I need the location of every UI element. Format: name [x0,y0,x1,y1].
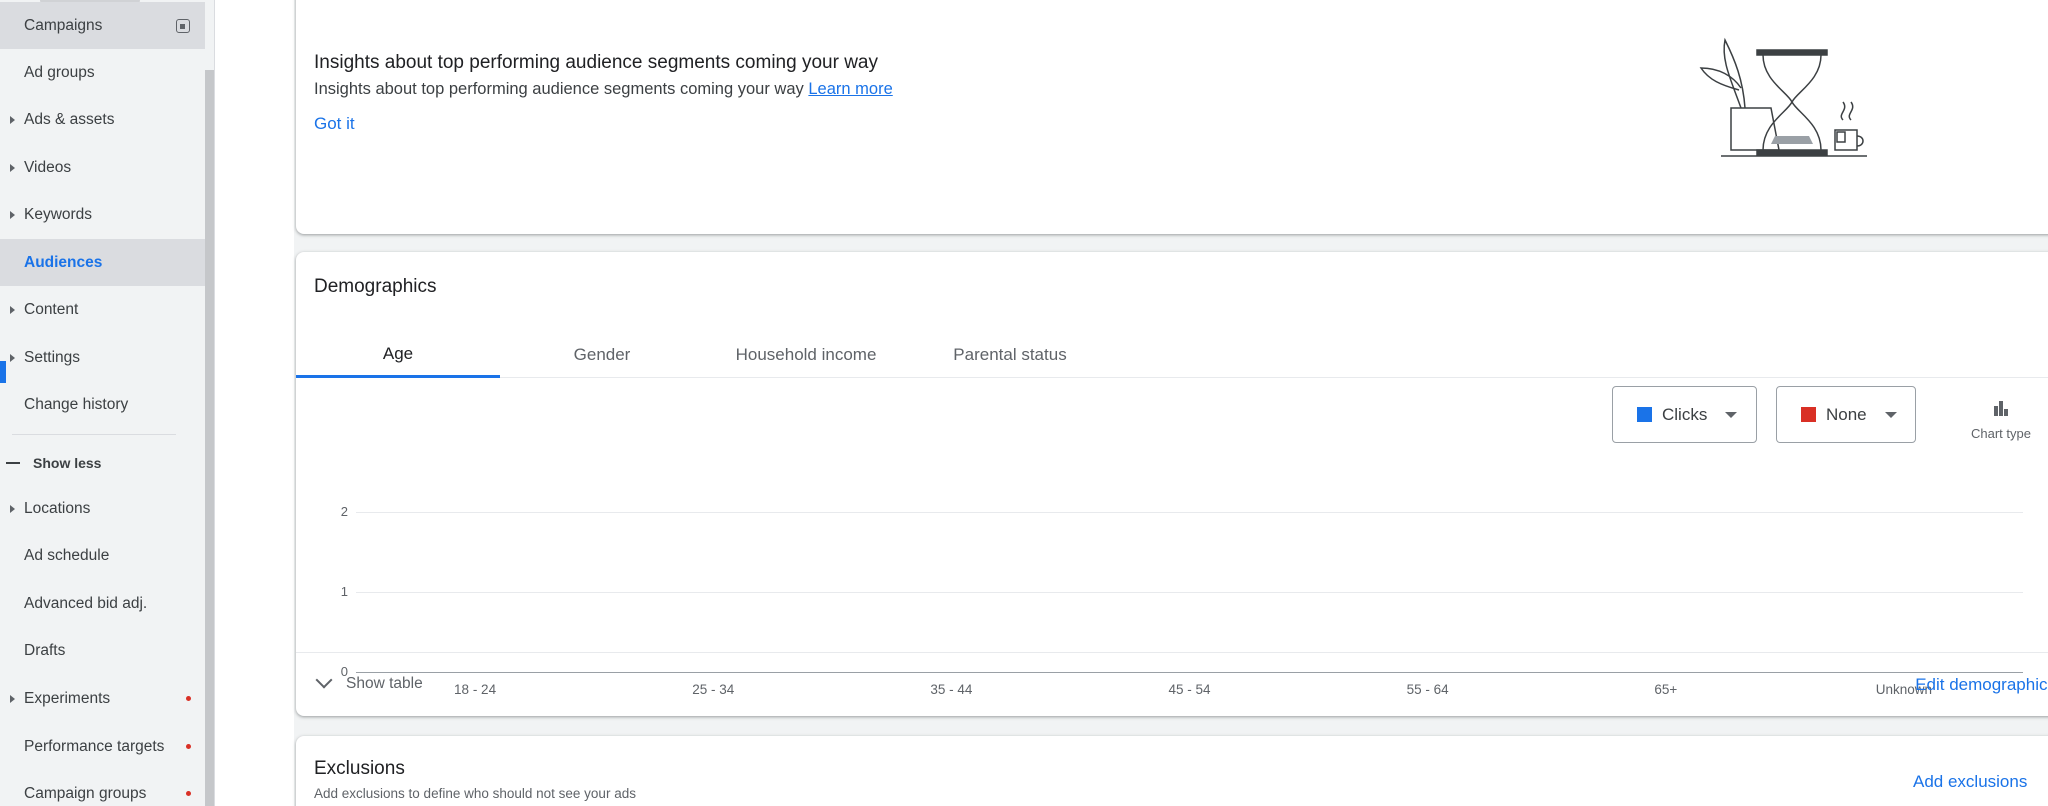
sidebar-item-experiments[interactable]: Experiments [0,675,205,722]
sidebar-item-label: Keywords [24,205,93,223]
active-indicator [0,361,6,383]
sidebar-gutter [214,0,294,806]
sidebar-item-label: Campaigns [24,16,103,34]
sidebar-item-drafts[interactable]: Drafts [0,627,205,674]
notification-dot-icon [186,791,191,796]
show-less-label: Show less [33,455,102,471]
sidebar-item-change-history[interactable]: Change history [0,381,205,428]
sidebar-item-audiences[interactable]: Audiences [0,239,205,286]
sidebar-item-label: Performance targets [24,737,165,755]
metric-selector-clicks[interactable]: Clicks [1612,386,1757,443]
sidebar-item-locations[interactable]: Locations [0,485,205,532]
demographics-card: Demographics Age Gender Household income… [296,252,2048,716]
y-tick-label: 2 [340,504,348,519]
learn-more-link[interactable]: Learn more [808,80,892,98]
caret-right-icon [10,353,15,362]
sidebar-item-label: Ad groups [24,63,95,81]
exclusions-title: Exclusions [314,758,405,779]
sidebar-item-settings[interactable]: Settings [0,334,205,381]
sidebar-item-label: Videos [24,158,72,176]
show-less-button[interactable]: Show less [0,448,205,478]
caret-right-icon [10,115,15,124]
y-tick-label: 1 [340,584,348,599]
edit-demographics-link[interactable]: Edit demographics [1915,675,2048,695]
sidebar-item-label: Audiences [24,253,103,271]
insights-card: Insights about top performing audience s… [296,0,2048,234]
sidebar-item-ad-groups[interactable]: Ad groups [0,49,205,96]
sidebar-item-label: Experiments [24,689,111,707]
sidebar-item-content[interactable]: Content [0,286,205,333]
tab-parental-status[interactable]: Parental status [908,332,1112,378]
sidebar-item-label: Drafts [24,641,66,659]
chart-type-label: Chart type [1971,426,2031,441]
sidebar-divider [12,434,176,435]
metric-label: None [1826,404,1867,424]
age-chart: 2 1 0 18 - 24 25 - 34 35 - 44 45 - 54 55 - 64 65… [296,442,2048,697]
sidebar-item-label: Locations [24,499,91,517]
chart-type-button[interactable]: Chart type [1956,392,2046,442]
sidebar-item-label: Settings [24,348,81,366]
sidebar-nav: Campaigns Ad groups Ads & assets Videos … [0,0,205,806]
caret-right-icon [10,163,15,172]
demographics-footer: Show table Edit demographics [296,652,2048,716]
sidebar-item-label: Content [24,300,79,318]
dropdown-arrow-icon [1725,411,1738,418]
exclusions-card: Exclusions Add exclusions to define who … [296,736,2048,806]
notification-dot-icon [186,696,191,701]
sidebar-item-label: Ads & assets [24,110,115,128]
sidebar-scrollbar[interactable] [205,70,214,806]
lock-icon [176,18,190,33]
sidebar-item-ad-schedule[interactable]: Ad schedule [0,532,205,579]
add-exclusions-link[interactable]: Add exclusions [1913,772,2027,792]
caret-right-icon [10,210,15,219]
gridline [356,512,2023,513]
tab-household-income[interactable]: Household income [704,332,908,378]
chevron-down-icon [315,671,333,689]
show-table-button[interactable]: Show table [315,671,423,693]
insights-title: Insights about top performing audience s… [314,52,878,73]
hourglass-illustration [1699,37,1867,157]
insights-description: Insights about top performing audience s… [314,80,893,99]
sidebar-item-label: Change history [24,395,129,413]
tab-gender[interactable]: Gender [500,332,704,378]
got-it-button[interactable]: Got it [314,114,355,134]
sidebar-item-ads-assets[interactable]: Ads & assets [0,96,205,143]
show-table-label: Show table [346,675,423,692]
tab-age[interactable]: Age [296,332,500,378]
minus-icon [6,462,20,464]
sidebar-item-videos[interactable]: Videos [0,144,205,191]
sidebar-item-performance-targets[interactable]: Performance targets [0,723,205,770]
sidebar-item-label: Campaign groups [24,784,147,802]
exclusions-description: Add exclusions to define who should not … [314,786,636,801]
demographics-tabs: Age Gender Household income Parental sta… [296,332,2048,378]
demographics-title: Demographics [314,276,437,297]
dropdown-arrow-icon [1884,411,1897,418]
notification-dot-icon [186,744,191,749]
metric-selector-none[interactable]: None [1776,386,1916,443]
sidebar-item-label: Ad schedule [24,546,110,564]
clicks-color-swatch [1637,407,1652,422]
sidebar-item-keywords[interactable]: Keywords [0,191,205,238]
caret-right-icon [10,694,15,703]
sidebar-item-campaign-groups[interactable]: Campaign groups [0,770,205,806]
sidebar-item-advanced-bid-adj[interactable]: Advanced bid adj. [0,580,205,627]
sidebar-item-campaigns[interactable]: Campaigns [0,2,205,49]
none-color-swatch [1801,407,1816,422]
caret-right-icon [10,305,15,314]
caret-right-icon [10,504,15,513]
bar-chart-icon [1994,401,2008,416]
gridline [356,592,2023,593]
insights-description-text: Insights about top performing audience s… [314,80,804,98]
sidebar-item-label: Advanced bid adj. [24,594,148,612]
metric-label: Clicks [1662,404,1708,424]
